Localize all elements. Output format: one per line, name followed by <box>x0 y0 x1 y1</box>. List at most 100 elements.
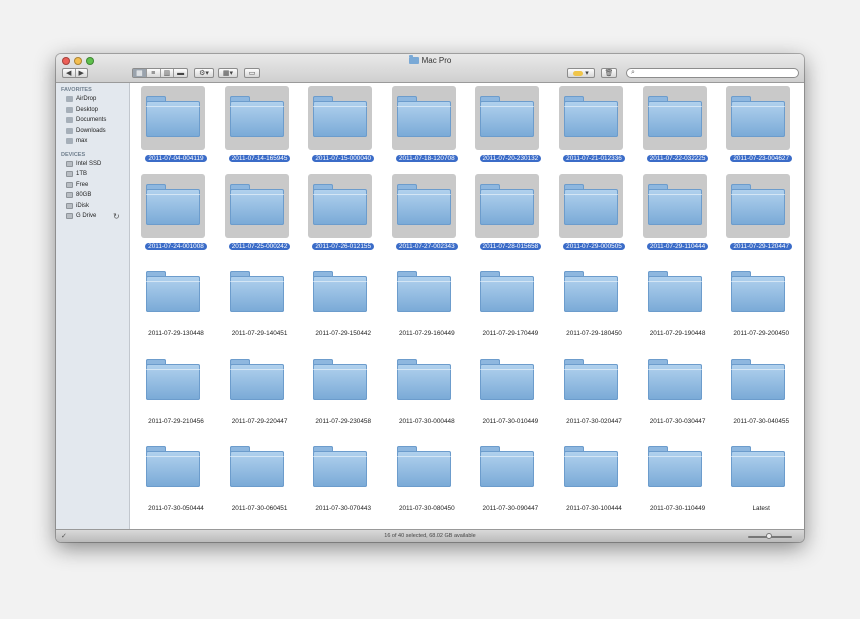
sidebar-item-idisk[interactable]: iDisk <box>56 201 129 212</box>
folder-item[interactable]: 2011-07-30-040455 <box>719 348 803 430</box>
sidebar-item-free[interactable]: Free <box>56 180 129 191</box>
folder-item[interactable]: 2011-07-29-180450 <box>552 260 636 342</box>
folder-item[interactable]: 2011-07-30-030447 <box>636 348 720 430</box>
folder-item[interactable]: 2011-07-30-090447 <box>468 435 552 517</box>
folder-item[interactable]: 2011-07-29-220447 <box>218 348 302 430</box>
sidebar-item-airdrop[interactable]: AirDrop <box>56 94 129 105</box>
sidebar-item-desktop[interactable]: Desktop <box>56 105 129 116</box>
chevron-down-icon: ▾ <box>585 70 589 77</box>
folder-item[interactable]: 2011-07-29-120447 <box>719 173 803 255</box>
folder-icon <box>480 358 535 400</box>
folder-item[interactable]: 2011-07-18-120708 <box>385 85 469 167</box>
share-button[interactable]: ▭ <box>244 68 260 78</box>
label-menu-button[interactable]: ▾ <box>567 68 595 78</box>
folder-icon <box>146 96 200 137</box>
folder-item[interactable]: 2011-07-21-012336 <box>552 85 636 167</box>
folder-label: 2011-07-26-012155 <box>297 242 389 251</box>
folder-item[interactable]: 2011-07-30-020447 <box>552 348 636 430</box>
folder-item[interactable]: 2011-07-20-230132 <box>468 85 552 167</box>
folder-item[interactable]: 2011-07-22-032225 <box>636 85 720 167</box>
folder-item[interactable]: 2011-07-15-000040 <box>301 85 385 167</box>
sync-icon[interactable]: ↻ <box>113 212 120 221</box>
documents-icon <box>66 117 73 124</box>
folder-label: 2011-07-30-070443 <box>297 505 389 513</box>
folder-item[interactable]: 2011-07-29-200450 <box>719 260 803 342</box>
folder-item[interactable]: 2011-07-27-002343 <box>385 173 469 255</box>
folder-item[interactable]: 2011-07-23-004627 <box>719 85 803 167</box>
folder-item[interactable]: 2011-07-24-001008 <box>134 173 218 255</box>
folder-item[interactable]: 2011-07-30-110449 <box>636 435 720 517</box>
folder-label: 2011-07-28-015658 <box>464 242 556 251</box>
folder-label: 2011-07-29-170449 <box>464 330 556 338</box>
folder-name: 2011-07-26-012155 <box>312 242 375 250</box>
folder-item[interactable]: 2011-07-04-004119 <box>134 85 218 167</box>
folder-item[interactable]: 2011-07-29-110444 <box>636 173 720 255</box>
sidebar-item-max[interactable]: max <box>56 136 129 147</box>
icon-size-slider[interactable] <box>748 533 792 539</box>
folder-label: 2011-07-29-230458 <box>297 418 389 426</box>
folder-icon <box>647 271 702 312</box>
grid-icon: ▦▾ <box>222 70 234 77</box>
folder-item[interactable]: 2011-07-26-012155 <box>301 173 385 255</box>
folder-icon <box>480 446 535 487</box>
folder-item[interactable]: 2011-07-30-100444 <box>552 435 636 517</box>
arrange-menu-button[interactable]: ▦▾ <box>218 68 238 78</box>
sidebar-item-label: Documents <box>76 117 107 124</box>
trash-button[interactable]: 🗑 <box>601 68 617 78</box>
gear-icon: ⚙▾ <box>199 70 209 77</box>
folder-icon <box>564 446 618 487</box>
folder-item[interactable]: 2011-07-29-190448 <box>636 260 720 342</box>
folder-item[interactable]: 2011-07-28-015658 <box>468 173 552 255</box>
folder-icon <box>564 183 618 225</box>
folder-item[interactable]: 2011-07-14-165945 <box>218 85 302 167</box>
folder-name: 2011-07-23-004627 <box>730 155 793 162</box>
search-field[interactable]: ⌕ <box>626 68 799 78</box>
folder-icon <box>564 96 618 137</box>
folder-icon <box>396 446 451 487</box>
icon-view-button[interactable]: ▦ <box>133 69 147 77</box>
action-menu-button[interactable]: ⚙▾ <box>194 68 214 78</box>
folder-item[interactable]: 2011-07-30-000448 <box>385 348 469 430</box>
sidebar-item-80gb[interactable]: 80GB <box>56 190 129 201</box>
coverflow-view-button[interactable]: ▬ <box>174 69 187 77</box>
slider-thumb[interactable] <box>766 533 772 539</box>
folder-label: 2011-07-25-000242 <box>214 242 306 251</box>
folder-item[interactable]: 2011-07-25-000242 <box>218 173 302 255</box>
folder-item[interactable]: 2011-07-29-230458 <box>301 348 385 430</box>
folder-item[interactable]: 2011-07-29-130448 <box>134 260 218 342</box>
sidebar-item-intel-ssd[interactable]: Intel SSD <box>56 159 129 170</box>
folder-item[interactable]: Latest <box>719 435 803 517</box>
folder-item[interactable]: 2011-07-29-150442 <box>301 260 385 342</box>
folder-item[interactable]: 2011-07-30-060451 <box>218 435 302 517</box>
folder-item[interactable]: 2011-07-29-170449 <box>468 260 552 342</box>
column-view-button[interactable]: ▥ <box>161 69 175 77</box>
folder-label: 2011-07-30-020447 <box>548 418 640 426</box>
folder-icon <box>229 271 284 312</box>
folder-item[interactable]: 2011-07-29-210456 <box>134 348 218 430</box>
back-button[interactable]: ◀ <box>63 69 76 77</box>
chevron-left-icon: ◀ <box>66 70 72 77</box>
sidebar-item-downloads[interactable]: Downloads <box>56 126 129 137</box>
forward-button[interactable]: ▶ <box>76 69 88 77</box>
folder-name: Latest <box>752 505 770 512</box>
folder-name: 2011-07-30-010449 <box>482 417 539 425</box>
folder-item[interactable]: 2011-07-30-080450 <box>385 435 469 517</box>
folder-item[interactable]: 2011-07-30-010449 <box>468 348 552 430</box>
folder-icon <box>396 96 451 137</box>
coverflow-view-icon: ▬ <box>177 69 185 77</box>
folder-item[interactable]: 2011-07-29-000505 <box>552 173 636 255</box>
sidebar-section-favorites: FAVORITES <box>61 87 92 93</box>
folder-name: 2011-07-29-120447 <box>730 242 793 250</box>
list-view-button[interactable]: ≡ <box>147 69 161 77</box>
folder-item[interactable]: 2011-07-29-140451 <box>218 260 302 342</box>
folder-item[interactable]: 2011-07-30-050444 <box>134 435 218 517</box>
folder-item[interactable]: 2011-07-29-160449 <box>385 260 469 342</box>
folder-name: 2011-07-30-070443 <box>315 505 372 512</box>
folder-label: 2011-07-30-110449 <box>632 505 724 513</box>
sidebar-item-g-drive[interactable]: G Drive ↻ <box>56 211 129 222</box>
sidebar-item-1tb[interactable]: 1TB <box>56 169 129 180</box>
folder-item[interactable]: 2011-07-30-070443 <box>301 435 385 517</box>
folder-icon <box>731 446 786 487</box>
sidebar-item-documents[interactable]: Documents <box>56 115 129 126</box>
folder-name: 2011-07-15-000040 <box>312 155 375 162</box>
